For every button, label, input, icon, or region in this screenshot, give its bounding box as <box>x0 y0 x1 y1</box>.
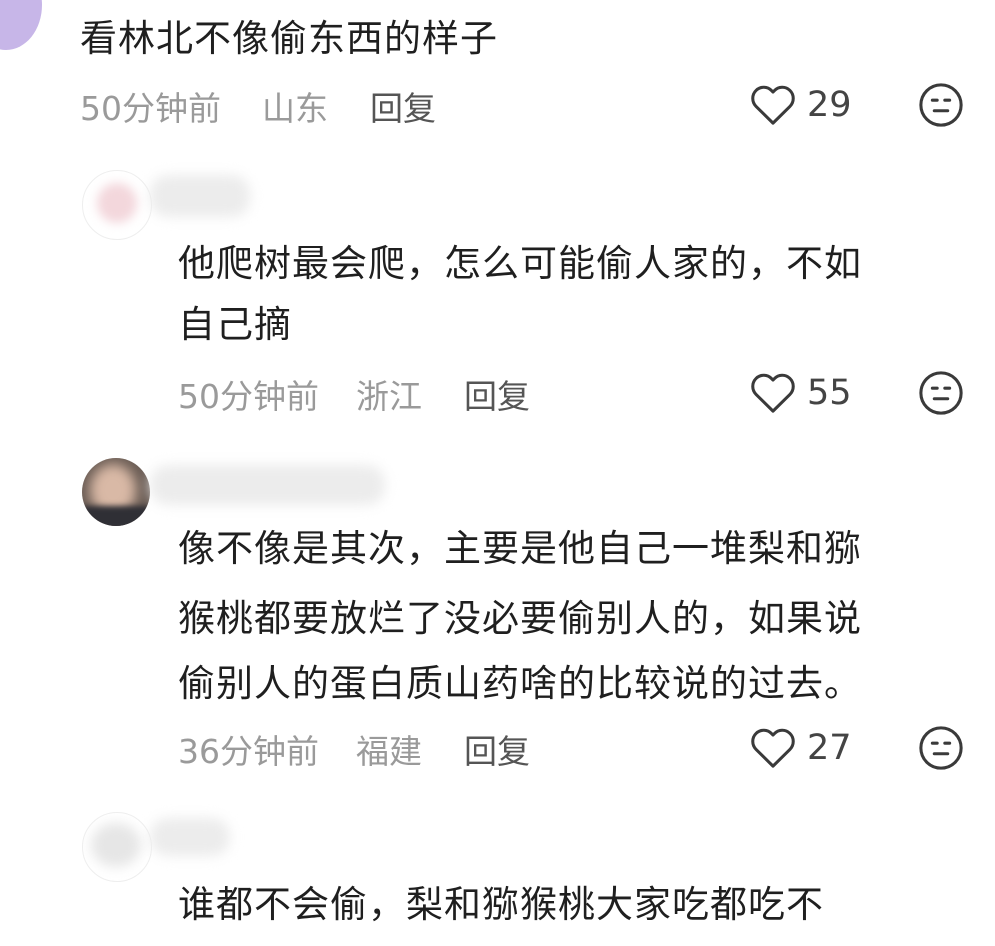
like-count: 29 <box>807 85 852 125</box>
neutral-face-icon[interactable] <box>918 370 964 416</box>
comment-text: 谁都不会偷，梨和猕猴桃大家吃都吃不 <box>178 883 824 926</box>
comment-time: 50分钟前 <box>80 89 221 128</box>
neutral-face-icon[interactable] <box>918 725 964 771</box>
username[interactable] <box>150 465 385 505</box>
comment-text: 像不像是其次，主要是他自己一堆梨和猕 <box>178 527 862 570</box>
heart-outline-icon[interactable] <box>750 372 796 414</box>
like-count: 55 <box>807 373 852 413</box>
username[interactable] <box>150 818 230 856</box>
reply-button[interactable]: 回复 <box>464 370 530 418</box>
comment-text: 他爬树最会爬，怎么可能偷人家的，不如 <box>178 242 862 285</box>
comment-text: 自己摘 <box>178 303 292 346</box>
like-count: 27 <box>807 728 852 768</box>
username[interactable] <box>150 175 250 217</box>
avatar[interactable] <box>82 458 150 526</box>
avatar[interactable] <box>82 812 152 882</box>
avatar[interactable] <box>0 0 42 50</box>
heart-outline-icon[interactable] <box>750 727 796 769</box>
reply-button[interactable]: 回复 <box>464 725 530 773</box>
comment-text: 看林北不像偷东西的样子 <box>80 17 498 60</box>
comment-location: 浙江 <box>356 377 422 416</box>
comment-time: 50分钟前 <box>178 377 319 416</box>
comment-text: 偷别人的蛋白质山药啥的比较说的过去。 <box>178 662 862 705</box>
neutral-face-icon[interactable] <box>918 82 964 128</box>
comment-time: 36分钟前 <box>178 732 319 771</box>
avatar[interactable] <box>82 170 152 240</box>
comment-text: 猴桃都要放烂了没必要偷别人的，如果说 <box>178 597 862 640</box>
comment-location: 福建 <box>356 732 422 771</box>
heart-outline-icon[interactable] <box>750 84 796 126</box>
comment-location: 山东 <box>262 89 328 128</box>
reply-button[interactable]: 回复 <box>370 82 436 130</box>
